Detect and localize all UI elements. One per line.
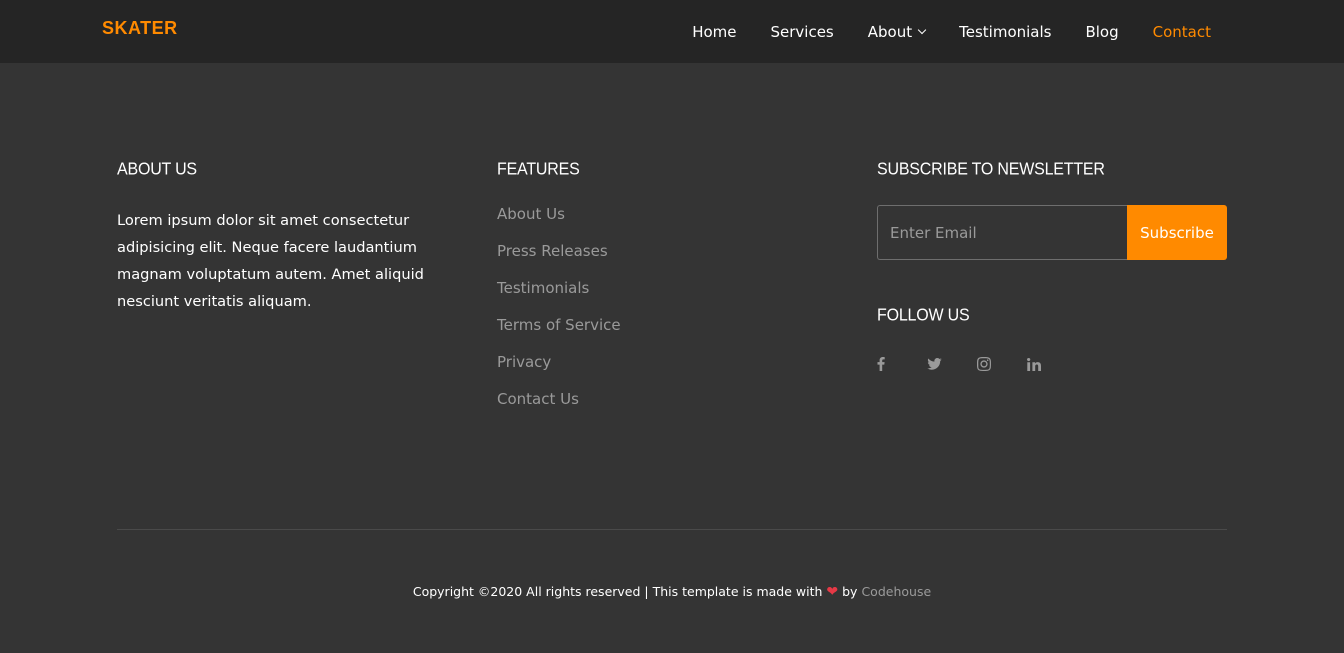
- follow-title: FOLLOW US: [877, 306, 970, 326]
- about-section: ABOUT US Lorem ipsum dolor sit amet cons…: [117, 160, 447, 315]
- instagram-icon[interactable]: [977, 354, 1027, 374]
- about-title: ABOUT US: [117, 160, 197, 180]
- list-item: Contact Us: [497, 389, 757, 426]
- list-item: Terms of Service: [497, 315, 757, 352]
- nav-home-label: Home: [692, 22, 737, 41]
- linkedin-icon[interactable]: [1027, 354, 1077, 374]
- subscribe-button[interactable]: Subscribe: [1127, 205, 1227, 260]
- nav-testimonials-label: Testimonials: [959, 22, 1052, 41]
- list-item: Press Releases: [497, 241, 757, 278]
- heart-icon: ❤: [826, 584, 839, 600]
- nav-services[interactable]: Services: [771, 23, 834, 41]
- features-title: FEATURES: [497, 160, 580, 180]
- twitter-icon[interactable]: [927, 354, 977, 374]
- copyright-by: by: [842, 584, 858, 599]
- list-item: About Us: [497, 204, 757, 241]
- about-text: Lorem ipsum dolor sit amet consectetur a…: [117, 212, 424, 310]
- link-press-releases[interactable]: Press Releases: [497, 242, 608, 260]
- main-nav: Home Services About Testimonials Blog Co…: [692, 0, 1211, 63]
- nav-about-label: About: [867, 22, 913, 41]
- features-section: FEATURES About Us Press Releases Testimo…: [497, 160, 757, 426]
- facebook-icon[interactable]: [877, 354, 927, 374]
- newsletter-title: SUBSCRIBE TO NEWSLETTER: [877, 160, 1105, 180]
- nav-about[interactable]: About: [867, 22, 927, 41]
- credit-link[interactable]: Codehouse: [861, 584, 931, 599]
- email-field[interactable]: [877, 205, 1127, 260]
- chevron-down-icon: [917, 25, 927, 34]
- link-privacy[interactable]: Privacy: [497, 353, 551, 371]
- list-item: Testimonials: [497, 278, 757, 315]
- nav-home[interactable]: Home: [692, 23, 736, 41]
- link-contact-us[interactable]: Contact Us: [497, 390, 579, 408]
- link-terms-of-service[interactable]: Terms of Service: [497, 316, 621, 334]
- copyright-text: Copyright ©2020 All rights reserved | Th…: [412, 584, 823, 599]
- copyright-line: Copyright ©2020 All rights reserved | Th…: [0, 584, 1344, 600]
- list-item: Privacy: [497, 352, 757, 389]
- nav-contact[interactable]: Contact: [1153, 23, 1211, 41]
- nav-contact-label: Contact: [1152, 22, 1211, 41]
- subscribe-form: Subscribe: [877, 205, 1227, 260]
- top-navbar: SKATER Home Services About Testimonials …: [0, 0, 1344, 63]
- footer-divider: [117, 529, 1227, 530]
- newsletter-section: SUBSCRIBE TO NEWSLETTER Subscribe FOLLOW…: [877, 160, 1227, 371]
- features-links: About Us Press Releases Testimonials Ter…: [497, 204, 757, 426]
- link-testimonials[interactable]: Testimonials: [497, 279, 589, 297]
- site-logo[interactable]: SKATER: [102, 18, 178, 39]
- nav-testimonials[interactable]: Testimonials: [959, 23, 1051, 41]
- nav-blog[interactable]: Blog: [1085, 23, 1118, 41]
- nav-services-label: Services: [770, 22, 834, 41]
- social-links: [877, 354, 1077, 374]
- link-about-us[interactable]: About Us: [497, 205, 565, 223]
- nav-blog-label: Blog: [1085, 22, 1119, 41]
